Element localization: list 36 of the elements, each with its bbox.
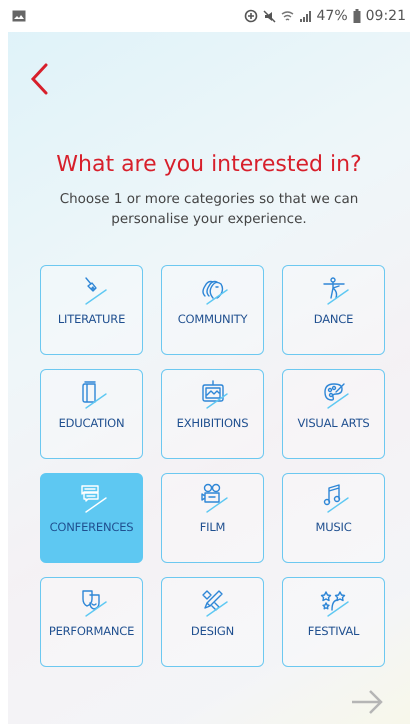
category-tile[interactable]: FILM (161, 473, 264, 563)
signal-icon (298, 10, 312, 22)
page-subtitle: Choose 1 or more categories so that we can personalise your experience. (58, 190, 360, 229)
category-tile[interactable]: FESTIVAL (282, 577, 385, 667)
category-tile[interactable]: MUSIC (282, 473, 385, 563)
category-label: COMMUNITY (178, 312, 248, 326)
category-tile[interactable]: CONFERENCES (40, 473, 143, 563)
category-label: FILM (200, 520, 226, 534)
category-label: CONFERENCES (50, 520, 134, 534)
category-tile[interactable]: DANCE (282, 265, 385, 355)
clock-time: 09:21 (366, 8, 406, 24)
arrow-right-icon (350, 689, 384, 715)
mute-icon (262, 10, 276, 22)
category-label: DESIGN (190, 624, 234, 638)
battery-percentage: 47% (316, 8, 348, 24)
wifi-icon (280, 10, 294, 22)
page-title: What are you interested in? (55, 152, 363, 177)
category-tile[interactable]: VISUAL ARTS (282, 369, 385, 459)
category-tile[interactable]: COMMUNITY (161, 265, 264, 355)
category-label: VISUAL ARTS (297, 416, 370, 430)
category-label: DANCE (314, 312, 354, 326)
category-tile[interactable]: PERFORMANCE (40, 577, 143, 667)
sync-icon (244, 9, 258, 23)
category-label: FESTIVAL (308, 624, 360, 638)
category-tile[interactable]: EXHIBITIONS (161, 369, 264, 459)
category-label: LITERATURE (58, 312, 126, 326)
category-label: MUSIC (315, 520, 352, 534)
back-chevron-icon (28, 62, 50, 96)
category-label: PERFORMANCE (48, 624, 134, 638)
category-label: EDUCATION (58, 416, 124, 430)
image-icon (12, 10, 26, 22)
category-tile[interactable]: DESIGN (161, 577, 264, 667)
category-tile[interactable]: LITERATURE (40, 265, 143, 355)
category-tile[interactable]: EDUCATION (40, 369, 143, 459)
category-label: EXHIBITIONS (176, 416, 248, 430)
battery-icon (352, 9, 361, 23)
